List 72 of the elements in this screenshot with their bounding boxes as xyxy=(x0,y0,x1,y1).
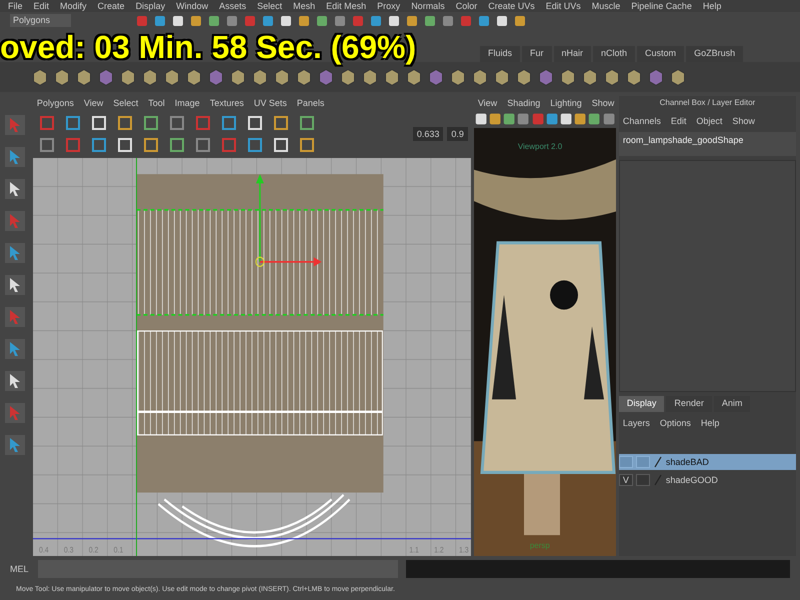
menu-item[interactable]: Assets xyxy=(219,1,246,11)
elapsed-time-overlay: oved: 03 Min. 58 Sec. (69%) xyxy=(0,29,416,66)
menu-item[interactable]: Modify xyxy=(60,1,87,11)
menu-item[interactable]: Select xyxy=(257,1,282,11)
layer-tab[interactable]: Display xyxy=(618,396,664,412)
panel-menu-item[interactable]: Shading xyxy=(507,98,540,108)
panel-menu-item[interactable]: Select xyxy=(113,98,138,108)
panel-menu-item[interactable]: Help xyxy=(700,418,720,428)
shelf-tab[interactable]: Fur xyxy=(522,46,552,62)
panel-menu-item[interactable]: Show xyxy=(732,116,755,126)
menu-item[interactable]: Mesh xyxy=(293,1,316,11)
menu-item[interactable]: Normals xyxy=(411,1,445,11)
tool-icon[interactable] xyxy=(4,434,26,456)
shelf-tab[interactable]: Fluids xyxy=(480,46,520,62)
slash-icon xyxy=(652,474,663,486)
tool-icon[interactable] xyxy=(4,274,26,296)
mode-dropdown[interactable]: Polygons xyxy=(10,14,71,27)
number-field[interactable]: 0.633 xyxy=(412,127,444,141)
shelf-tab[interactable]: nHair xyxy=(554,46,592,62)
menu-item[interactable]: Muscle xyxy=(592,1,620,11)
menu-item[interactable]: Proxy xyxy=(377,1,400,11)
panel-menu-item[interactable]: Image xyxy=(174,98,200,108)
visibility-toggle[interactable] xyxy=(618,456,633,468)
panel-menu-item[interactable]: Layers xyxy=(622,418,650,428)
menu-item[interactable]: Edit UVs xyxy=(546,1,581,11)
shelf-tab[interactable]: Custom xyxy=(637,46,684,62)
panel-menu-item[interactable]: Show xyxy=(592,98,614,108)
renderer-label: Viewport 2.0 xyxy=(518,142,562,151)
menu-item[interactable]: Help xyxy=(702,1,722,11)
layer-row[interactable]: shadeBAD xyxy=(618,454,796,470)
command-label: MEL xyxy=(10,564,30,574)
layer-name: shadeGOOD xyxy=(666,475,718,485)
menu-item[interactable]: Color xyxy=(456,1,478,11)
tool-icon[interactable] xyxy=(4,370,26,392)
shelf-tab[interactable]: nCloth xyxy=(593,46,636,62)
layer-tab[interactable]: Render xyxy=(666,396,712,412)
number-field[interactable]: 0.9 xyxy=(447,127,468,141)
menu-item[interactable]: Pipeline Cache xyxy=(631,1,692,11)
menu-item[interactable]: Edit xyxy=(34,1,50,11)
slash-icon xyxy=(652,456,663,468)
panel-menu-item[interactable]: Edit xyxy=(670,116,686,126)
menu-item[interactable]: Display xyxy=(136,1,166,11)
panel-menu-item[interactable]: Options xyxy=(660,418,691,428)
panel-menu-item[interactable]: Lighting xyxy=(550,98,582,108)
panel-title: Channel Box / Layer Editor xyxy=(658,97,756,109)
layer-name: shadeBAD xyxy=(666,457,709,467)
panel-menu-item[interactable]: Panels xyxy=(296,98,324,108)
layer-tab[interactable]: Anim xyxy=(714,396,750,412)
playback-toggle[interactable] xyxy=(636,456,650,468)
panel-menu-item[interactable]: Polygons xyxy=(36,98,74,108)
visibility-toggle[interactable]: V xyxy=(618,474,633,486)
tool-icon[interactable] xyxy=(4,178,26,200)
panel-menu-item[interactable]: View xyxy=(478,98,498,108)
tool-icon[interactable] xyxy=(4,338,26,360)
camera-label: persp xyxy=(530,541,550,550)
menu-item[interactable]: Create xyxy=(98,1,125,11)
playback-toggle[interactable] xyxy=(636,474,650,486)
panel-menu-item[interactable]: Channels xyxy=(622,116,661,126)
menu-item[interactable]: Edit Mesh xyxy=(326,1,366,11)
panel-menu-item[interactable]: UV Sets xyxy=(254,98,287,108)
panel-menu-item[interactable]: View xyxy=(84,98,104,108)
layer-row[interactable]: V shadeGOOD xyxy=(618,472,796,488)
panel-menu-item[interactable]: Tool xyxy=(148,98,165,108)
object-name[interactable]: room_lampshade_goodShape xyxy=(618,132,796,156)
tool-icon[interactable] xyxy=(4,242,26,264)
tool-icon[interactable] xyxy=(4,146,26,168)
menu-item[interactable]: Create UVs xyxy=(488,1,535,11)
menu-item[interactable]: File xyxy=(8,1,23,11)
panel-menu-item[interactable]: Object xyxy=(696,116,722,126)
shelf-tab[interactable]: GoZBrush xyxy=(686,46,744,62)
panel-menu-item[interactable]: Textures xyxy=(210,98,244,108)
menu-item[interactable]: Window xyxy=(176,1,208,11)
